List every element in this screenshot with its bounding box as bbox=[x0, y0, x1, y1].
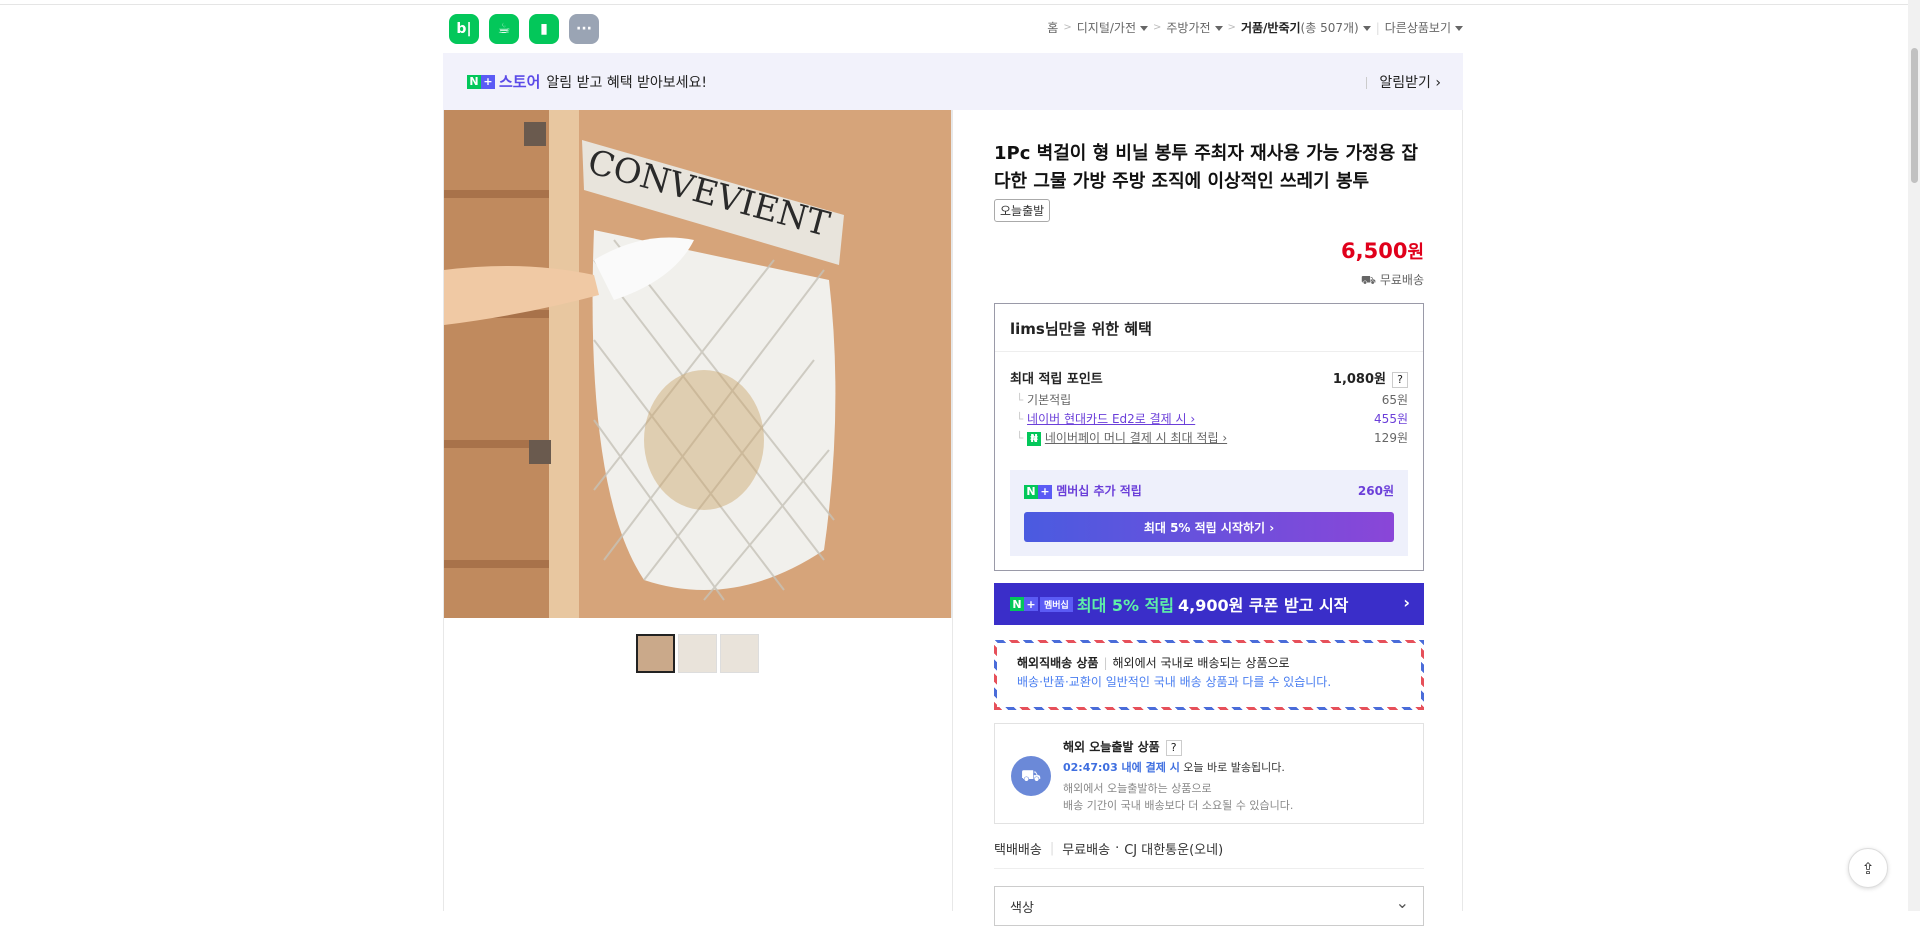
product-photo-illustration: CONVEVIENT bbox=[444, 110, 951, 618]
help-icon[interactable]: ? bbox=[1392, 372, 1408, 388]
overseas-text2: 배송·반품·교환이 일반적인 국내 배송 상품과 다를 수 있습니다. bbox=[1017, 675, 1332, 689]
benefit-heading: lims님만을 위한 혜택 bbox=[995, 304, 1423, 352]
caret-down-icon bbox=[1214, 26, 1223, 31]
dispatch-deadline: 02:47:03 내에 결제 시 오늘 바로 발송됩니다. bbox=[1063, 761, 1285, 774]
share-icon[interactable]: ⇪ bbox=[1848, 848, 1888, 888]
membership-box: N + 멤버십 추가 적립 260원 최대 5% 적립 시작하기 › bbox=[1010, 470, 1408, 556]
delivery-truck-icon: ⛟ bbox=[1011, 756, 1051, 796]
thumbnail-strip bbox=[636, 634, 759, 673]
points-row: 네이버 현대카드 Ed2로 결제 시 ›455원 bbox=[1010, 410, 1408, 427]
thumbnail-1[interactable] bbox=[636, 634, 675, 673]
top-border bbox=[0, 0, 1920, 5]
store-name: 스토어 bbox=[499, 73, 541, 91]
breadcrumb-home[interactable]: 홈 bbox=[1047, 19, 1058, 36]
shipping-info: ⛟ 무료배송 bbox=[1360, 273, 1424, 287]
delivery-fee: 무료배송 bbox=[1062, 843, 1111, 858]
blog-icon[interactable]: b| bbox=[449, 14, 479, 44]
product-price: 6,500원 bbox=[1341, 239, 1424, 263]
membership-row: N + 멤버십 추가 적립 260원 bbox=[1024, 482, 1394, 499]
thumbnail-2[interactable] bbox=[678, 634, 717, 673]
scrollbar-thumb[interactable] bbox=[1911, 48, 1918, 183]
naver-plus-logo: N + bbox=[1010, 597, 1038, 611]
breadcrumb-separator: > bbox=[1152, 22, 1162, 33]
dispatch-title: 해외 오늘출발 상품? bbox=[1063, 738, 1182, 756]
breadcrumb-level2[interactable]: 주방가전 bbox=[1166, 19, 1223, 36]
service-icons: b| ☕ ▮ ··· bbox=[449, 14, 599, 44]
max-points-row: 최대 적립 포인트 1,080원? bbox=[1010, 368, 1408, 388]
delivery-method: 택배배송 bbox=[994, 843, 1042, 858]
breadcrumb-level1[interactable]: 디지털/가전 bbox=[1077, 19, 1148, 36]
card-payment-link[interactable]: 네이버 현대카드 Ed2로 결제 시 › bbox=[1027, 412, 1195, 426]
chevron-down-icon: ⌄ bbox=[1395, 893, 1409, 912]
breadcrumb-separator: > bbox=[1063, 22, 1072, 33]
column-divider bbox=[952, 110, 953, 911]
membership-badge: 멤버십 bbox=[1040, 596, 1073, 612]
points-row: 기본적립65원 bbox=[1010, 391, 1408, 408]
naver-plus-logo: N + bbox=[1024, 484, 1052, 499]
membership-promo-banner[interactable]: N + 멤버십 최대 5% 적립 4,900원 쿠폰 받고 시작 › bbox=[994, 583, 1424, 625]
product-frame: CONVEVIENT 1Pc 벽걸이 형 비닐 봉투 주최자 재사용 가능 가정… bbox=[443, 110, 1463, 926]
color-option-select[interactable]: 색상 ⌄ bbox=[994, 886, 1424, 926]
promo-text: 4,900원 쿠폰 받고 시작 bbox=[1178, 596, 1349, 615]
overseas-title: 해외직배송 상품 bbox=[1017, 656, 1099, 670]
delivery-info: 택배배송 | 무료배송 · CJ 대한통운(오네) bbox=[994, 839, 1223, 858]
promo-highlight: 최대 5% 적립 bbox=[1076, 596, 1175, 615]
truck-icon: ⛟ bbox=[1360, 273, 1380, 287]
product-title: 1Pc 벽걸이 형 비닐 봉투 주최자 재사용 가능 가정용 잡다한 그물 가방… bbox=[994, 143, 1418, 192]
dispatch-note1: 해외에서 오늘출발하는 상품으로 bbox=[1063, 782, 1212, 795]
banner-message: 알림 받고 혜택 받아보세요! bbox=[546, 74, 708, 91]
alarm-button[interactable]: 알림받기 › bbox=[1366, 72, 1441, 92]
divider: | bbox=[1375, 20, 1380, 35]
today-dispatch-tag: 오늘출발 bbox=[994, 199, 1051, 222]
chevron-right-icon: › bbox=[1403, 593, 1410, 612]
caret-down-icon bbox=[1139, 26, 1148, 31]
thumbnail-3[interactable] bbox=[720, 634, 759, 673]
product-image[interactable]: CONVEVIENT bbox=[444, 110, 952, 618]
help-icon[interactable]: ? bbox=[1165, 740, 1182, 756]
overseas-shipping-notice: 해외직배송 상품 | 해외에서 국내로 배송되는 상품으로 배송·반품·교환이 일반… bbox=[994, 640, 1424, 710]
points-row: ₦ 네이버페이 머니 결제 시 최대 적립 ›129원 bbox=[1010, 429, 1408, 446]
breadcrumb-level3[interactable]: 거품/반죽기(총 507개) bbox=[1241, 19, 1371, 36]
scrollbar[interactable] bbox=[1908, 0, 1920, 911]
overseas-dispatch-box: ⛟ 해외 오늘출발 상품? 02:47:03 내에 결제 시 오늘 바로 발송됩… bbox=[994, 723, 1424, 824]
dispatch-note2: 배송 기간이 국내 배송보다 더 소요될 수 있습니다. bbox=[1063, 799, 1294, 812]
other-products-link[interactable]: 다른상품보기 bbox=[1385, 19, 1463, 36]
overseas-text1: 해외에서 국내로 배송되는 상품으로 bbox=[1112, 656, 1290, 670]
caret-down-icon bbox=[1455, 26, 1463, 31]
npay-icon: ₦ bbox=[1027, 431, 1042, 446]
color-option-label: 색상 bbox=[1010, 901, 1034, 916]
bookmark-icon[interactable]: ▮ bbox=[529, 14, 559, 44]
npay-link[interactable]: 네이버페이 머니 결제 시 최대 적립 › bbox=[1045, 431, 1227, 445]
benefit-box: lims님만을 위한 혜택 최대 적립 포인트 1,080원? 기본적립65원 … bbox=[994, 303, 1424, 571]
delivery-carrier: CJ 대한통운(오네) bbox=[1124, 843, 1224, 858]
divider: | bbox=[1049, 841, 1055, 856]
more-icon[interactable]: ··· bbox=[569, 14, 599, 44]
caret-down-icon bbox=[1362, 26, 1371, 31]
membership-start-button[interactable]: 최대 5% 적립 시작하기 › bbox=[1024, 512, 1394, 542]
cafe-icon[interactable]: ☕ bbox=[489, 14, 519, 44]
divider bbox=[994, 868, 1424, 869]
breadcrumb: 홈 > 디지털/가전 > 주방가전 > 거품/반죽기(총 507개) | 다른상… bbox=[1047, 19, 1463, 36]
dot-separator: · bbox=[1115, 841, 1120, 856]
breadcrumb-separator: > bbox=[1227, 22, 1236, 33]
naver-plus-logo: N + bbox=[467, 74, 495, 89]
store-alarm-banner: N + 스토어 알림 받고 혜택 받아보세요! 알림받기 › bbox=[443, 53, 1463, 110]
